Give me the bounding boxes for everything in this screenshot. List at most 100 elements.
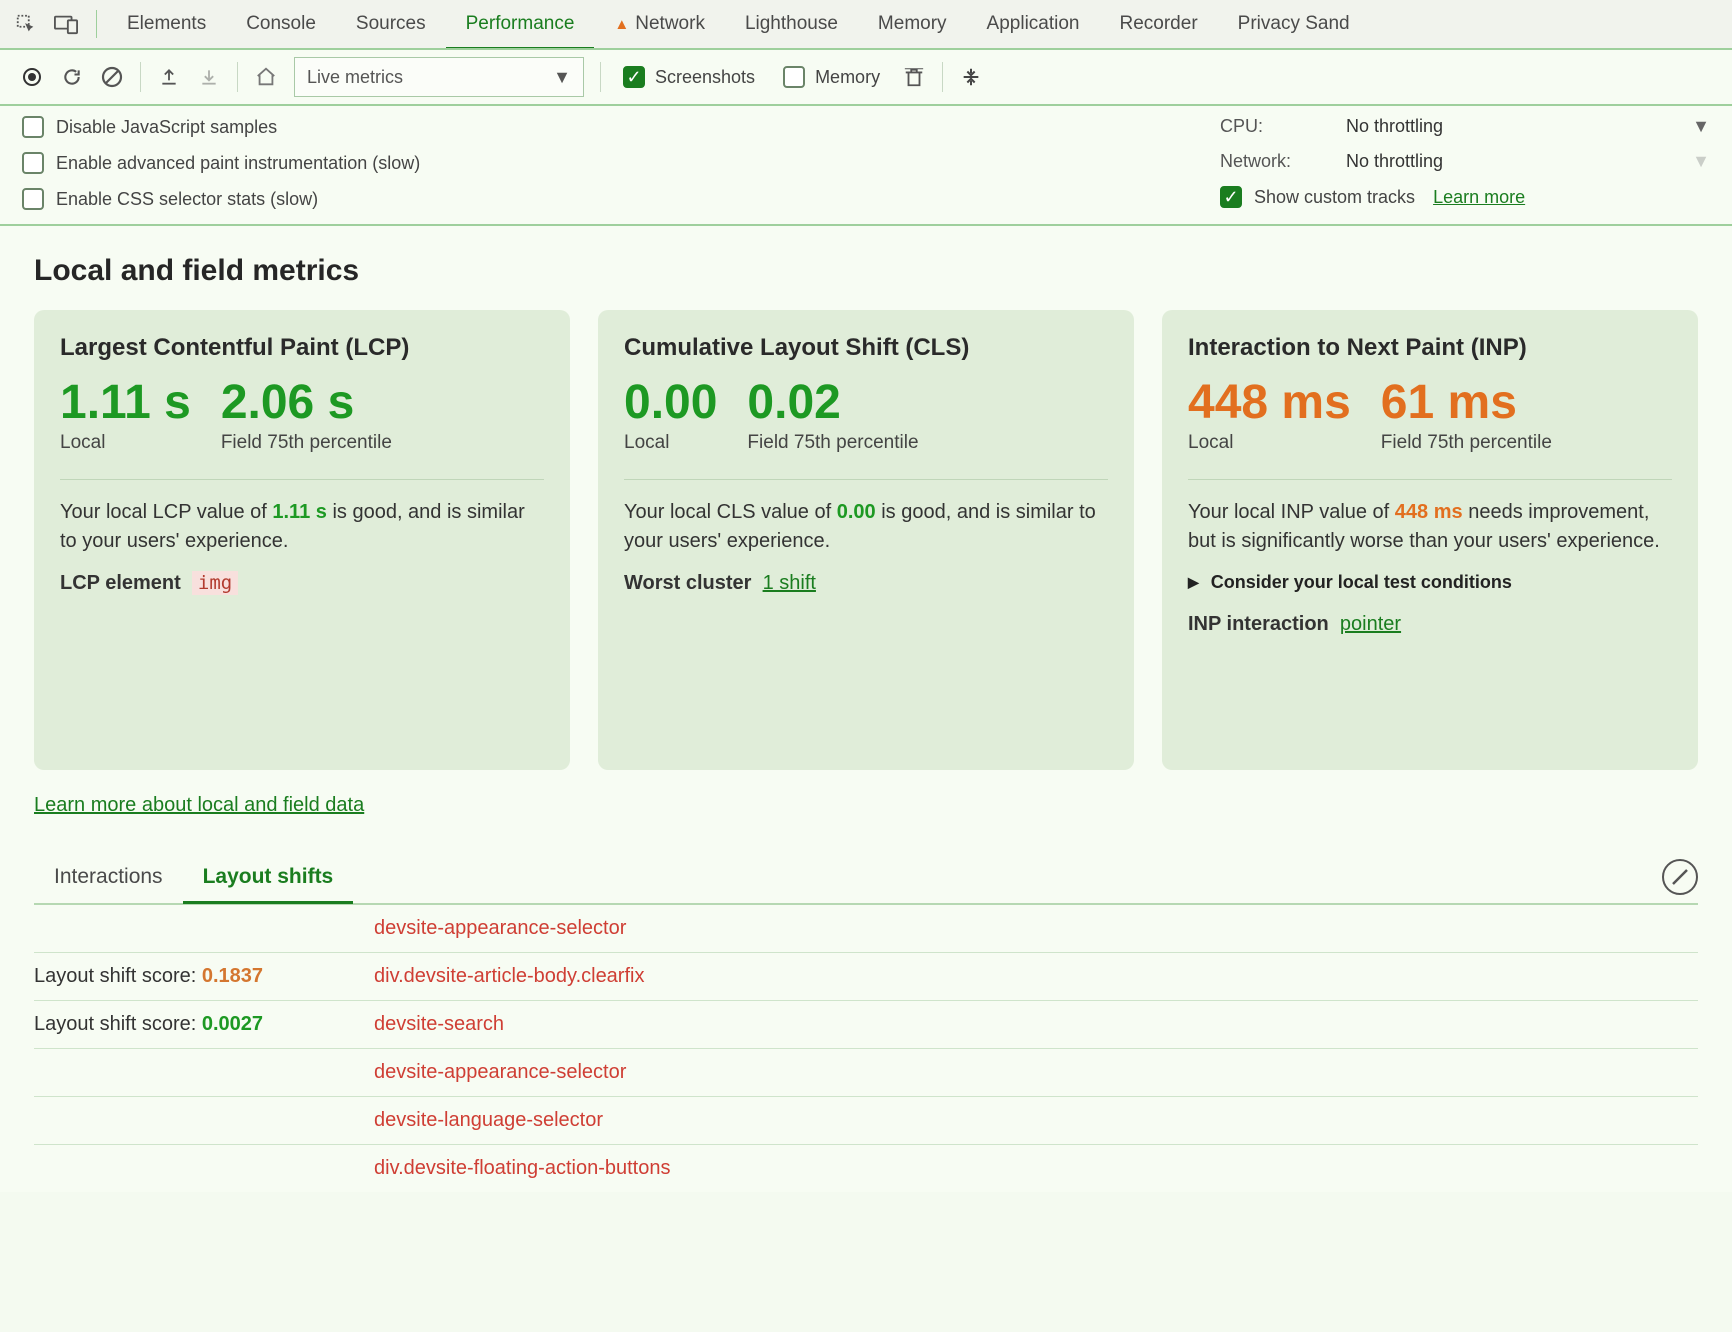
lcp-local-label: Local bbox=[60, 432, 191, 455]
inp-field-value: 61 ms bbox=[1381, 378, 1552, 428]
reload-icon[interactable] bbox=[52, 57, 92, 97]
learn-more-data-link[interactable]: Learn more about local and field data bbox=[34, 794, 364, 816]
enable-css-checkbox[interactable]: Enable CSS selector stats (slow) bbox=[22, 188, 1220, 210]
checkbox-icon bbox=[22, 152, 44, 174]
performance-toolbar: Live metrics ▼ ✓ Screenshots Memory bbox=[0, 50, 1732, 106]
tabs-container: ElementsConsoleSourcesPerformanceNetwork… bbox=[107, 0, 1370, 50]
lcp-description: Your local LCP value of 1.11 s is good, … bbox=[60, 498, 544, 556]
layout-shift-row[interactable]: div.devsite-floating-action-buttons bbox=[34, 1145, 1698, 1192]
checkbox-checked-icon[interactable]: ✓ bbox=[1220, 186, 1242, 208]
inp-interaction-link[interactable]: pointer bbox=[1340, 613, 1401, 635]
layout-shift-list: devsite-appearance-selector Layout shift … bbox=[34, 905, 1698, 1192]
inp-card: Interaction to Next Paint (INP) 448 ms L… bbox=[1162, 310, 1698, 770]
cls-card: Cumulative Layout Shift (CLS) 0.00 Local… bbox=[598, 310, 1134, 770]
cls-description: Your local CLS value of 0.00 is good, an… bbox=[624, 498, 1108, 556]
cpu-value: No throttling bbox=[1346, 116, 1443, 137]
performance-options: Disable JavaScript samples Enable advanc… bbox=[0, 106, 1732, 226]
disable-js-checkbox[interactable]: Disable JavaScript samples bbox=[22, 116, 1220, 138]
shift-element[interactable]: devsite-appearance-selector bbox=[374, 1061, 626, 1084]
metrics-select[interactable]: Live metrics ▼ bbox=[294, 57, 584, 97]
shift-element[interactable]: div.devsite-floating-action-buttons bbox=[374, 1157, 670, 1180]
metrics-select-label: Live metrics bbox=[307, 67, 403, 88]
cls-field-value: 0.02 bbox=[747, 378, 918, 428]
metric-cards: Largest Contentful Paint (LCP) 1.11 s Lo… bbox=[34, 310, 1698, 770]
separator bbox=[600, 62, 601, 92]
separator bbox=[140, 62, 141, 92]
clear-list-icon[interactable] bbox=[1662, 859, 1698, 895]
learn-more-link[interactable]: Learn more bbox=[1433, 187, 1525, 208]
tab-recorder[interactable]: Recorder bbox=[1100, 0, 1218, 50]
collapse-icon[interactable] bbox=[951, 57, 991, 97]
tab-console[interactable]: Console bbox=[226, 0, 336, 50]
tab-interactions[interactable]: Interactions bbox=[34, 851, 183, 904]
layout-shift-row[interactable]: devsite-language-selector bbox=[34, 1097, 1698, 1145]
tab-application[interactable]: Application bbox=[967, 0, 1100, 50]
record-icon[interactable] bbox=[12, 57, 52, 97]
tab-performance[interactable]: Performance bbox=[446, 0, 595, 50]
screenshots-label: Screenshots bbox=[655, 67, 755, 88]
shift-element[interactable]: devsite-language-selector bbox=[374, 1109, 603, 1132]
cpu-throttle-select[interactable]: CPU: No throttling ▼ bbox=[1220, 116, 1710, 137]
inp-local-value: 448 ms bbox=[1188, 378, 1351, 428]
device-toggle-icon[interactable] bbox=[46, 4, 86, 44]
enable-paint-checkbox[interactable]: Enable advanced paint instrumentation (s… bbox=[22, 152, 1220, 174]
cls-worst-link[interactable]: 1 shift bbox=[763, 572, 816, 594]
screenshots-checkbox[interactable]: ✓ Screenshots bbox=[623, 66, 755, 88]
tab-layout-shifts[interactable]: Layout shifts bbox=[183, 851, 354, 904]
show-tracks-label: Show custom tracks bbox=[1254, 187, 1415, 208]
tab-network[interactable]: Network bbox=[594, 0, 725, 50]
chevron-down-icon: ▼ bbox=[553, 67, 571, 88]
layout-shift-row[interactable]: devsite-appearance-selector bbox=[34, 1049, 1698, 1097]
home-icon[interactable] bbox=[246, 57, 286, 97]
chevron-down-icon: ▼ bbox=[1692, 151, 1710, 172]
enable-css-label: Enable CSS selector stats (slow) bbox=[56, 189, 318, 210]
network-throttle-select[interactable]: Network: No throttling ▼ bbox=[1220, 151, 1710, 172]
lcp-element-line: LCP element img bbox=[60, 572, 544, 595]
layout-shift-row[interactable]: Layout shift score: 0.0027devsite-search bbox=[34, 1001, 1698, 1049]
memory-checkbox[interactable]: Memory bbox=[783, 66, 880, 88]
checkbox-icon bbox=[22, 116, 44, 138]
checkbox-icon bbox=[22, 188, 44, 210]
layout-shift-row[interactable]: Layout shift score: 0.1837div.devsite-ar… bbox=[34, 953, 1698, 1001]
lcp-element-tag[interactable]: img bbox=[192, 571, 238, 595]
tab-sources[interactable]: Sources bbox=[336, 0, 446, 50]
shift-element[interactable]: devsite-appearance-selector bbox=[374, 917, 626, 940]
gc-icon[interactable] bbox=[894, 57, 934, 97]
shift-element[interactable]: div.devsite-article-body.clearfix bbox=[374, 965, 644, 988]
cls-worst-line: Worst cluster 1 shift bbox=[624, 572, 1108, 595]
lcp-title: Largest Contentful Paint (LCP) bbox=[60, 334, 544, 362]
inp-interaction-line: INP interaction pointer bbox=[1188, 613, 1672, 636]
inp-local-label: Local bbox=[1188, 432, 1351, 455]
download-icon[interactable] bbox=[189, 57, 229, 97]
clear-icon[interactable] bbox=[92, 57, 132, 97]
network-value: No throttling bbox=[1346, 151, 1443, 172]
inp-expander[interactable]: ▶ Consider your local test conditions bbox=[1188, 572, 1672, 593]
tab-memory[interactable]: Memory bbox=[858, 0, 967, 50]
lcp-field-label: Field 75th percentile bbox=[221, 432, 392, 455]
enable-paint-label: Enable advanced paint instrumentation (s… bbox=[56, 153, 420, 174]
cls-local-value: 0.00 bbox=[624, 378, 717, 428]
chevron-down-icon: ▼ bbox=[1692, 116, 1710, 137]
network-label: Network: bbox=[1220, 151, 1330, 172]
inspect-icon[interactable] bbox=[6, 4, 46, 44]
inp-description: Your local INP value of 448 ms needs imp… bbox=[1188, 498, 1672, 556]
cpu-label: CPU: bbox=[1220, 116, 1330, 137]
shift-element[interactable]: devsite-search bbox=[374, 1013, 504, 1036]
tab-elements[interactable]: Elements bbox=[107, 0, 226, 50]
page-heading: Local and field metrics bbox=[34, 254, 1698, 288]
tab-privacy-sand[interactable]: Privacy Sand bbox=[1218, 0, 1370, 50]
cls-title: Cumulative Layout Shift (CLS) bbox=[624, 334, 1108, 362]
main-content: Local and field metrics Largest Contentf… bbox=[0, 226, 1732, 1192]
show-tracks-row: ✓ Show custom tracks Learn more bbox=[1220, 186, 1710, 208]
cls-local-label: Local bbox=[624, 432, 717, 455]
separator bbox=[237, 62, 238, 92]
layout-shift-row[interactable]: devsite-appearance-selector bbox=[34, 905, 1698, 953]
tab-lighthouse[interactable]: Lighthouse bbox=[725, 0, 858, 50]
separator bbox=[942, 62, 943, 92]
memory-label: Memory bbox=[815, 67, 880, 88]
upload-icon[interactable] bbox=[149, 57, 189, 97]
devtools-tabbar: ElementsConsoleSourcesPerformanceNetwork… bbox=[0, 0, 1732, 50]
checkbox-checked-icon: ✓ bbox=[623, 66, 645, 88]
inp-field-label: Field 75th percentile bbox=[1381, 432, 1552, 455]
lcp-field-value: 2.06 s bbox=[221, 378, 392, 428]
